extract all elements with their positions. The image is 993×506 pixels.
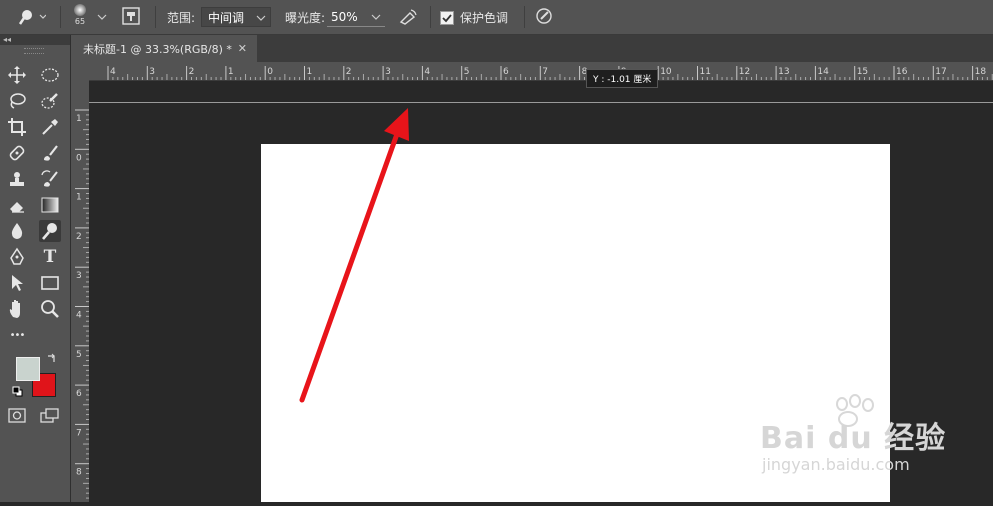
watermark-url: jingyan.baidu.com bbox=[762, 455, 910, 474]
baidu-jingyan-watermark: Bai du 经验 jingyan.baidu.com bbox=[760, 393, 950, 487]
watermark-brand: Bai du 经验 bbox=[760, 421, 947, 456]
